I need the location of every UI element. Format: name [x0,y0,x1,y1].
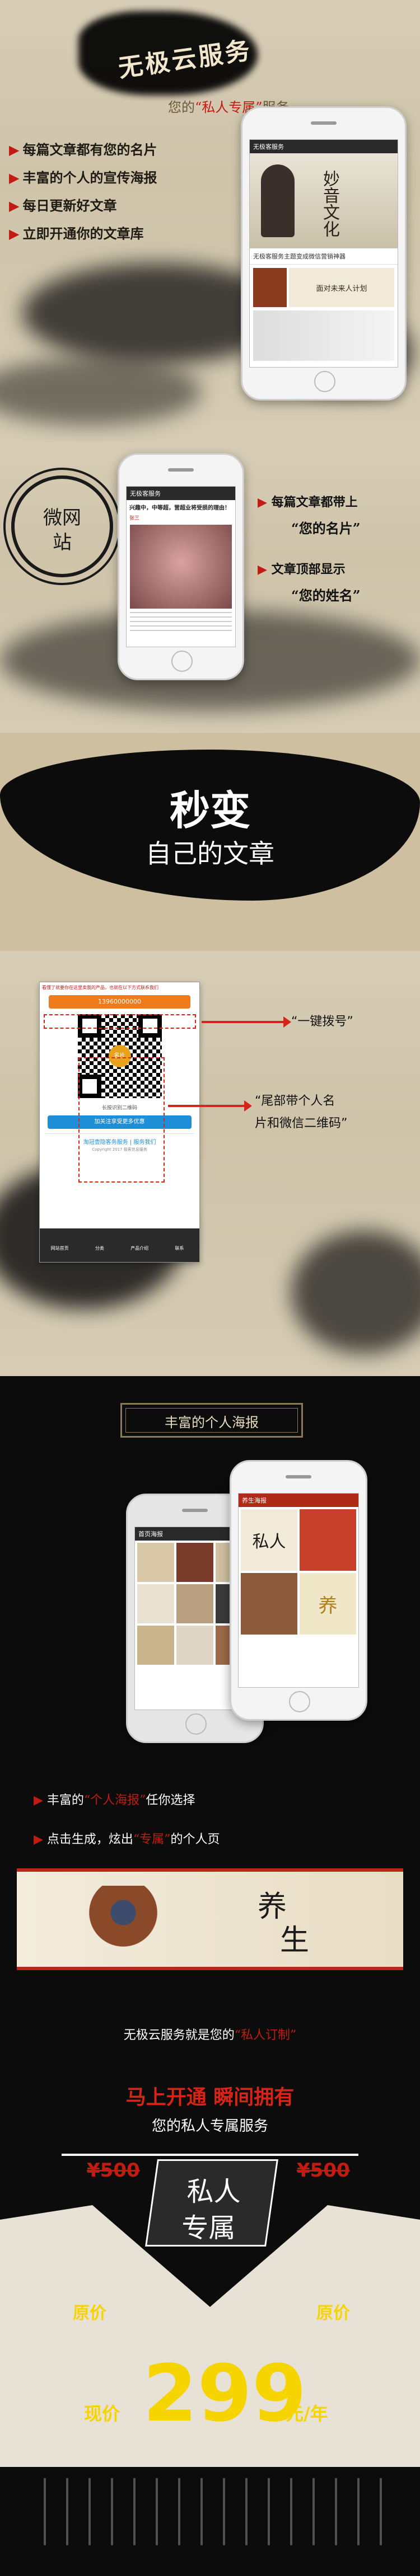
offer-ink-strokes [34,2478,386,2545]
tab-contact[interactable]: 联系 [160,1228,199,1262]
hero-bullet-text: 每日更新好文章 [22,197,117,214]
home-button[interactable] [171,651,193,672]
offer-section: 无极云服务就是您的“私人订制” 马上开通 瞬间拥有 您的私人专属服务 ¥500 … [0,1975,420,2576]
poster-phone-right: 养生海报 私人 养 [230,1460,367,1721]
hero-bullet: ▶ 每日更新好文章 [9,197,117,214]
offer-line-b: “私人订制” [234,2028,297,2042]
poster-line-1: ▶ 丰富的“个人海报”任你选择 [34,1793,195,1807]
tab-category[interactable]: 分类 [80,1228,119,1262]
poster-line-2c: 的个人页 [170,1833,220,1847]
card-notice: 看懂了就要你在这里卖我的产品，也就在以下方式联系我们 [42,985,158,990]
hero-thumb-image [253,268,287,307]
card-highlight-qr [78,1057,165,1183]
hero-bullet-text: 立即开通你的文章库 [22,225,144,242]
hero-content-block [253,310,394,361]
wei-section: 微网 站 无极客服务 兴趣中，中等超，营超业将受损的理由！ 张三 ▶ 每篇文章都… [0,442,420,733]
poster-header-frame: 丰富的个人海报 [120,1403,303,1438]
card-phone-button[interactable]: 13960000000 [49,995,190,1009]
change-small-text: 自己的文章 [146,839,274,869]
wei-circle-label-2: 站 [53,531,72,554]
tab-home[interactable]: 网站首页 [40,1228,80,1262]
home-button[interactable] [289,1691,310,1712]
poster-line-2b: “专属” [133,1833,171,1847]
card-callout-2a: “尾部带个人名 [255,1094,335,1108]
hero-bullet: ▶ 每篇文章都有您的名片 [9,142,157,158]
home-button[interactable] [314,371,335,392]
orig-price-left: ¥500 [87,2159,140,2182]
poster-line-1a: 丰富的 [46,1793,84,1807]
change-section: 秒变 自己的文章 [0,733,420,951]
wei-article-image [130,525,232,609]
offer-slogan: 马上开通 瞬间拥有 [125,2085,295,2109]
offer-badge-1: 私人 [186,2176,241,2207]
wei-text-lines [130,612,232,634]
orig-label-left: 原价 [73,2304,106,2323]
wei-callout-1-highlight: “您的名片” [291,520,361,536]
card-highlight-phone [44,1014,196,1029]
wei-author: 张三 [129,516,140,521]
arrow-1 [202,1016,291,1028]
orig-price-right: ¥500 [297,2159,350,2182]
hero-bullet: ▶ 立即开通你的文章库 [9,225,144,242]
offer-line: 无极云服务就是您的“私人订制” [0,2025,420,2043]
poster-tile-text-2: 养 [300,1573,356,1635]
hero-bullet: ▶ 丰富的个人的宣传海报 [9,169,157,186]
orig-label-right: 原价 [316,2304,350,2323]
offer-line-top [62,2154,358,2156]
card-tabbar: 网站首页 分类 产品介绍 联系 [40,1228,199,1262]
hero-bullet-text: 丰富的个人的宣传海报 [22,169,157,186]
wei-circle-label: 微网 [43,507,81,529]
wei-callout-2-text: 文章顶部显示 [271,562,346,577]
hero-art-text: 妙音文化 [320,170,339,237]
poster-line-1c: 任你选择 [146,1793,195,1807]
home-button[interactable] [185,1713,207,1735]
banner-char-2: 生 [280,1924,310,1957]
hero-phone: 无极客服务 妙音文化 无极客服务主题变成微信营销神器 面对未来人计划 [241,106,407,401]
wei-callout-2: ▶ 文章顶部显示 [258,562,346,577]
wei-circle: 微网 站 [11,475,113,577]
wei-callout-1-text: 每篇文章都带上 [271,495,358,510]
card-section: 看懂了就要你在这里卖我的产品，也就在以下方式联系我们 13960000000 名… [0,951,420,1376]
hero-art-image: 妙音文化 [250,153,398,248]
poster-phone-right-screen: 养生海报 私人 养 [238,1493,359,1688]
poster-banner: 养 生 [17,1868,403,1970]
poster-line-1b: “个人海报” [83,1793,146,1807]
phone-title-bar: 无极客服务 [127,487,235,500]
wei-headline: 兴趣中，中等超，营超业将受损的理由！ [129,505,230,511]
phone-title-bar: 无极客服务 [250,140,398,153]
hero-phone-screen: 无极客服务 妙音文化 无极客服务主题变成微信营销神器 面对未来人计划 [249,139,398,368]
change-big-text: 秒变 [169,787,250,834]
poster-section: 丰富的个人海报 首页海报 养生海报 私人 养 ▶ 丰富的“个人海报”任你选择 ▶… [0,1376,420,1975]
offer-badge: 私人 专属 [145,2159,278,2247]
wei-phone-screen: 无极客服务 兴趣中，中等超，营超业将受损的理由！ 张三 [126,486,236,647]
hero-banner-text: 面对未来人计划 [289,268,394,307]
poster-line-2: ▶ 点击生成，炫出“专属”的个人页 [34,1833,220,1847]
tab-products[interactable]: 产品介绍 [120,1228,160,1262]
wei-callout-1: ▶ 每篇文章都带上 [258,495,358,510]
poster-header: 丰富的个人海报 [165,1415,259,1430]
now-unit: 元/年 [286,2403,328,2424]
arrow-2 [168,1100,252,1112]
now-label: 现价 [84,2403,120,2424]
page: 无极云服务 您的“私人专属”服务 ▶每篇文章都有您的名片 ▶丰富的个人的宣传海报… [0,0,420,2576]
offer-line-a: 无极云服务就是您的 [123,2028,235,2042]
hero-section: 无极云服务 您的“私人专属”服务 ▶每篇文章都有您的名片 ▶丰富的个人的宣传海报… [0,0,420,442]
wei-callout-2-highlight: “您的姓名” [291,587,361,604]
banner-pot-image [84,1886,162,1953]
hero-subtitle-prefix: 您的 [168,100,195,115]
card-callout-2b: 片和微信二维码” [255,1117,348,1131]
poster-line-2a: 点击生成，炫出 [46,1833,133,1847]
hero-article-title[interactable]: 无极客服务主题变成微信营销神器 [250,248,398,265]
offer-sub: 您的私人专属服务 [151,2118,268,2135]
now-price: 299 [143,2348,307,2440]
offer-badge-2: 专属 [181,2212,236,2244]
hero-bullet-text: 每篇文章都有您的名片 [22,142,157,158]
card-callout-1: “一键拨号” [291,1015,353,1029]
poster-tile-text: 私人 [241,1509,297,1571]
phone-title-bar: 养生海报 [239,1494,358,1507]
wei-phone: 无极客服务 兴趣中，中等超，营超业将受损的理由！ 张三 [118,453,244,680]
